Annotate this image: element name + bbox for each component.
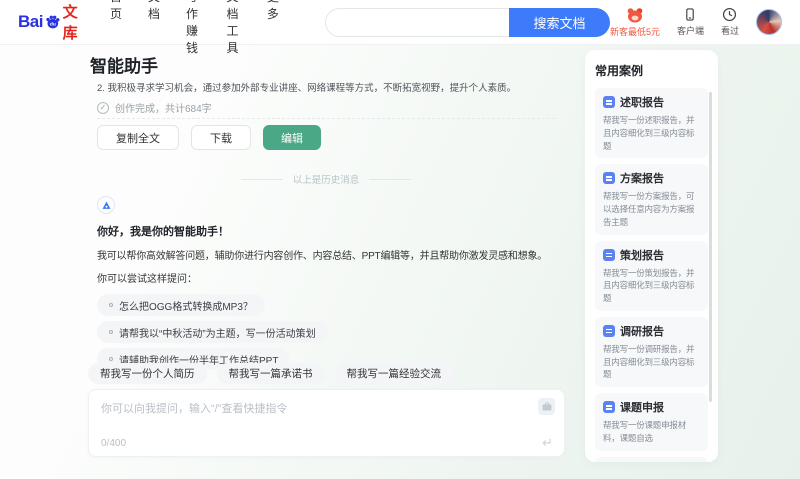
document-icon bbox=[603, 248, 615, 261]
nav-docs[interactable]: 文档 bbox=[148, 0, 160, 56]
assistant-message: 你好，我是你的智能助手！ 我可以帮你高效解答问题，辅助你进行内容创作、内容总结、… bbox=[97, 196, 559, 370]
assistant-intro: 我可以帮你高效解答问题，辅助你进行内容创作、内容总结、PPT编辑等，并且帮助你激… bbox=[97, 251, 548, 262]
chat-input-card: 0/400 ↵ bbox=[88, 389, 565, 457]
char-counter: 0/400 bbox=[101, 438, 127, 449]
check-circle-icon: ✓ bbox=[97, 101, 109, 114]
bullet-icon bbox=[109, 303, 113, 307]
baidu-wenku-logo[interactable]: Bai du 文库 bbox=[18, 1, 84, 43]
divider-line bbox=[369, 178, 412, 180]
promo-entry[interactable]: 新客最低5元 bbox=[610, 7, 660, 38]
divider-line bbox=[240, 178, 283, 180]
common-cases-panel: 常用案例 述职报告 帮我写一份述职报告，并且内容细化到三级内容标题 方案报告 帮… bbox=[585, 50, 718, 462]
quick-prompt-experience[interactable]: 帮我写一篇经验交流 bbox=[334, 363, 453, 384]
case-item-project-application[interactable]: 课题申报 帮我写一份课题申报材料，课题自选 bbox=[595, 393, 708, 451]
document-icon bbox=[603, 172, 615, 185]
common-cases-title: 常用案例 bbox=[595, 64, 644, 78]
suggestion-chip[interactable]: 怎么把OGG格式转换成MP3？ bbox=[97, 294, 265, 316]
case-head: 调研报告 bbox=[603, 323, 700, 339]
baidu-paw-icon: du bbox=[46, 15, 60, 29]
logo-wenku-text: 文库 bbox=[62, 4, 78, 42]
case-item-plan-report[interactable]: 方案报告 帮我写一份方案报告，可以选择任意内容为方案报告主题 bbox=[595, 164, 708, 235]
download-button[interactable]: 下载 bbox=[191, 125, 251, 150]
case-head: 课题申报 bbox=[603, 399, 700, 415]
case-desc: 帮我写一份课题申报材料，课题自选 bbox=[603, 420, 687, 443]
suggestion-text: 请帮我以“中秋活动”为主题，写一份活动策划 bbox=[119, 328, 316, 340]
client-entry[interactable]: 客户端 bbox=[677, 7, 704, 37]
case-desc: 帮我写一份策划报告，并且内容细化到三级内容标题 bbox=[603, 267, 695, 304]
quick-prompt-resume[interactable]: 帮我写一份个人简历 bbox=[88, 363, 207, 384]
bullet-icon bbox=[109, 330, 113, 334]
history-divider: 以上是历史消息 bbox=[97, 172, 555, 186]
search-input[interactable] bbox=[324, 7, 509, 37]
case-desc: 帮我写一份述职报告，并且内容细化到三级内容标题 bbox=[603, 115, 695, 151]
top-header: Bai du 文库 首页 文档 写作赚钱 文档工具 更多 搜索文档 bbox=[0, 0, 800, 55]
suggestion-chip[interactable]: 请帮我以“中秋活动”为主题，写一份活动策划 bbox=[97, 321, 328, 343]
nav-home[interactable]: 首页 bbox=[110, 0, 122, 56]
chat-input[interactable] bbox=[89, 390, 564, 456]
history-divider-label: 以上是历史消息 bbox=[292, 175, 360, 186]
user-avatar[interactable] bbox=[756, 9, 782, 35]
creation-status-row: ✓ 创作完成，共计684字 bbox=[97, 100, 212, 115]
svg-text:du: du bbox=[50, 22, 56, 28]
phone-icon bbox=[686, 8, 695, 21]
case-title: 述职报告 bbox=[620, 97, 664, 109]
sidebar-scrollbar[interactable] bbox=[709, 92, 712, 402]
case-title: 方案报告 bbox=[620, 173, 664, 186]
case-item-debriefing-report[interactable]: 述职报告 帮我写一份述职报告，并且内容细化到三级内容标题 bbox=[595, 88, 708, 159]
case-head: 策划报告 bbox=[603, 247, 700, 263]
case-desc: 帮我写一份调研报告，并且内容细化到三级内容标题 bbox=[603, 343, 695, 380]
suggestion-list: 怎么把OGG格式转换成MP3？ 请帮我以“中秋活动”为主题，写一份活动策划 请辅… bbox=[97, 294, 559, 370]
suggestion-text: 怎么把OGG格式转换成MP3？ bbox=[119, 301, 253, 313]
case-title: 策划报告 bbox=[620, 249, 664, 262]
promo-label: 新客最低5元 bbox=[609, 26, 660, 37]
case-list: 述职报告 帮我写一份述职报告，并且内容细化到三级内容标题 方案报告 帮我写一份方… bbox=[595, 88, 708, 462]
logo-bai-text: Bai bbox=[18, 12, 43, 31]
header-tools: 新客最低5元 客户端 看过 bbox=[610, 7, 782, 38]
search-button[interactable]: 搜索文档 bbox=[508, 7, 610, 37]
viewed-label: 看过 bbox=[720, 26, 739, 36]
case-head: 述职报告 bbox=[603, 94, 700, 110]
assistant-greeting: 你好，我是你的智能助手！ bbox=[97, 226, 229, 238]
wenku-ai-icon bbox=[102, 201, 110, 209]
nav-more[interactable]: 更多 bbox=[267, 0, 279, 56]
quick-prompt-commitment[interactable]: 帮我写一篇承诺书 bbox=[216, 363, 325, 384]
creation-status-text: 创作完成，共计684字 bbox=[115, 104, 212, 115]
promo-mascot-icon bbox=[627, 7, 643, 22]
case-desc: 帮我写一份方案报告，可以选择任意内容为方案报告主题 bbox=[603, 191, 695, 227]
case-item-planning-report[interactable]: 策划报告 帮我写一份策划报告，并且内容细化到三级内容标题 bbox=[595, 240, 708, 311]
case-item-research-report[interactable]: 调研报告 帮我写一份调研报告，并且内容细化到三级内容标题 bbox=[595, 316, 708, 387]
history-doc-text: 2. 我积极寻求学习机会，通过参加外部专业讲座、网络课程等方式，不断拓宽视野，提… bbox=[97, 83, 517, 94]
toolbox-icon[interactable] bbox=[538, 398, 555, 415]
clock-icon bbox=[723, 7, 737, 22]
case-item-work-report[interactable]: 工作报告 帮我写一份工作报告，工作类型随机 bbox=[595, 456, 708, 462]
viewed-entry[interactable]: 看过 bbox=[721, 7, 739, 37]
main-nav: 首页 文档 写作赚钱 文档工具 更多 bbox=[110, 0, 279, 56]
document-icon bbox=[603, 96, 615, 108]
quick-prompt-row: 帮我写一份个人简历 帮我写一篇承诺书 帮我写一篇经验交流 bbox=[88, 363, 453, 384]
case-title: 调研报告 bbox=[620, 325, 664, 338]
search-bar: 搜索文档 bbox=[324, 7, 610, 37]
document-icon bbox=[603, 401, 615, 413]
case-title: 课题申报 bbox=[620, 402, 664, 414]
send-enter-icon[interactable]: ↵ bbox=[542, 435, 553, 451]
page-title: 智能助手 bbox=[90, 57, 158, 76]
assistant-try-label: 你可以尝试这样提问： bbox=[97, 274, 197, 285]
document-icon bbox=[603, 324, 615, 337]
dotted-divider bbox=[97, 118, 555, 119]
client-label: 客户端 bbox=[676, 26, 704, 36]
edit-button[interactable]: 编辑 bbox=[263, 125, 321, 150]
nav-doc-tools[interactable]: 文档工具 bbox=[226, 0, 240, 56]
nav-write-earn[interactable]: 写作赚钱 bbox=[186, 0, 200, 56]
assistant-avatar bbox=[97, 196, 115, 214]
bullet-icon bbox=[109, 357, 113, 361]
copy-full-text-button[interactable]: 复制全文 bbox=[97, 125, 179, 150]
doc-action-buttons: 复制全文 下载 编辑 bbox=[97, 125, 321, 150]
case-head: 方案报告 bbox=[603, 170, 700, 186]
